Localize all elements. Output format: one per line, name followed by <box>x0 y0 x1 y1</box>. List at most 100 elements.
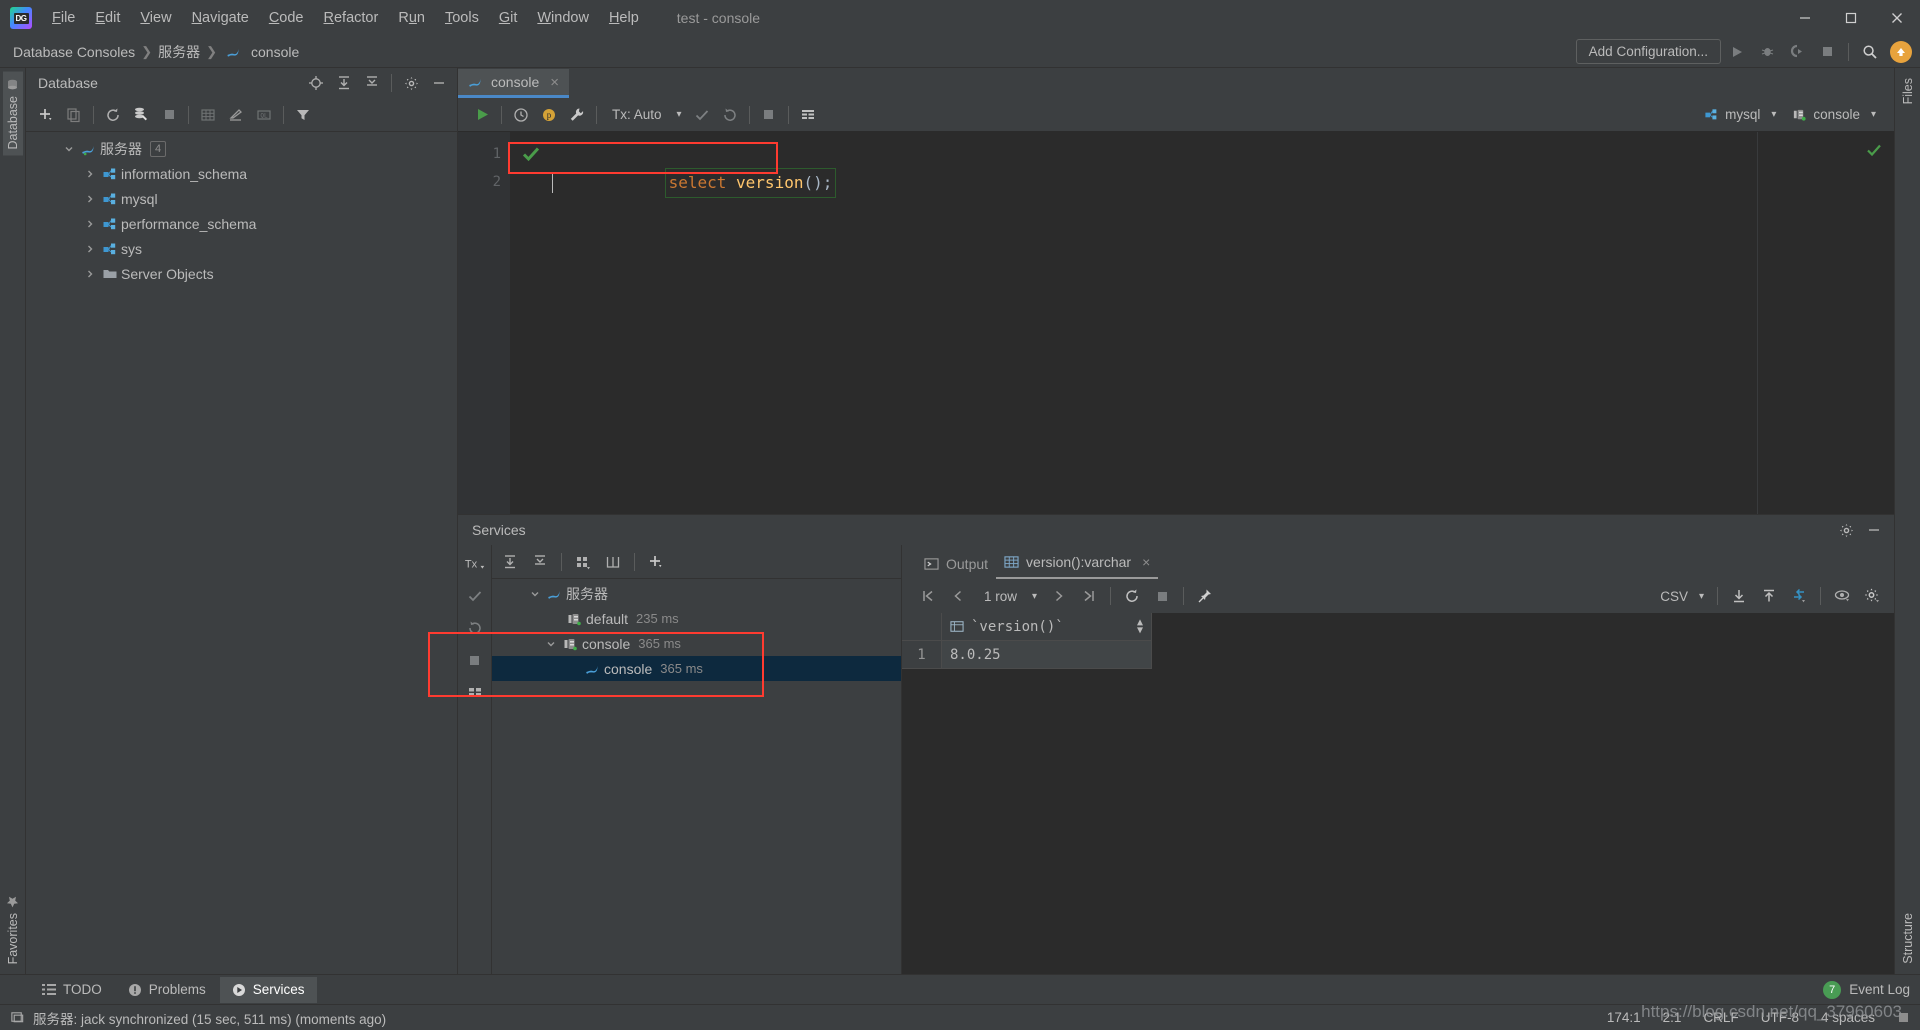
breadcrumb-console[interactable]: console <box>248 44 302 60</box>
inspection-ok-icon[interactable] <box>1866 142 1882 162</box>
memory-icon[interactable] <box>10 1010 25 1025</box>
service-node-server[interactable]: 服务器 <box>492 581 901 606</box>
commit-icon[interactable] <box>460 581 490 611</box>
chevron-down-icon[interactable] <box>526 589 544 599</box>
export-format-selector[interactable]: CSV ▾ <box>1654 586 1710 607</box>
expand-all-icon[interactable] <box>496 549 524 575</box>
settings-icon[interactable] <box>1858 583 1886 609</box>
service-node-console-session[interactable]: console 365 ms <box>492 631 901 656</box>
menu-file[interactable]: File <box>42 6 85 30</box>
execute-icon[interactable] <box>468 102 496 128</box>
last-row-icon[interactable] <box>1075 583 1103 609</box>
tree-node-sys[interactable]: sys <box>26 236 457 261</box>
tree-node-information-schema[interactable]: information_schema <box>26 161 457 186</box>
view-icon[interactable] <box>1828 583 1856 609</box>
search-icon[interactable] <box>1856 39 1884 65</box>
settings-icon[interactable] <box>1832 517 1860 543</box>
add-icon[interactable] <box>32 102 60 128</box>
stop-icon[interactable] <box>460 645 490 675</box>
history-icon[interactable] <box>507 102 535 128</box>
menu-refactor[interactable]: Refactor <box>314 6 389 30</box>
bottom-tab-problems[interactable]: Problems <box>116 977 218 1003</box>
settings-icon[interactable] <box>397 70 425 96</box>
filter-icon[interactable] <box>289 102 317 128</box>
pin-icon[interactable] <box>1191 583 1219 609</box>
add-icon[interactable] <box>642 549 670 575</box>
chevron-right-icon[interactable] <box>81 194 99 204</box>
menu-tools[interactable]: Tools <box>435 6 489 30</box>
grid-cell-version[interactable]: 8.0.25 <box>942 641 1152 669</box>
tab-version-varchar[interactable]: version():varchar × <box>996 550 1159 579</box>
bottom-tab-todo[interactable]: TODO <box>30 977 114 1003</box>
refresh-icon[interactable] <box>1118 583 1146 609</box>
chevron-down-icon[interactable] <box>542 639 560 649</box>
minimize-button[interactable] <box>1782 0 1828 36</box>
menu-help[interactable]: Help <box>599 6 649 30</box>
output-format-icon[interactable] <box>794 102 822 128</box>
rollback-icon[interactable] <box>716 102 744 128</box>
add-tab-icon[interactable] <box>599 549 627 575</box>
row-count-selector[interactable]: 1 row ▾ <box>974 586 1043 607</box>
duplicate-icon[interactable] <box>60 102 88 128</box>
add-configuration-button[interactable]: Add Configuration... <box>1575 39 1721 64</box>
sidebar-item-favorites[interactable]: Favorites <box>3 889 23 970</box>
tree-node-mysql[interactable]: mysql <box>26 186 457 211</box>
schema-selector[interactable]: mysql ▾ <box>1698 104 1782 125</box>
menu-run[interactable]: Run <box>388 6 435 30</box>
sidebar-item-files[interactable]: Files <box>1898 72 1918 110</box>
tree-node-server-objects[interactable]: Server Objects <box>26 261 457 286</box>
sort-arrows-icon[interactable]: ▲ ▼ <box>1137 617 1143 635</box>
chevron-right-icon[interactable] <box>81 244 99 254</box>
close-icon[interactable]: × <box>550 74 559 91</box>
maximize-button[interactable] <box>1828 0 1874 36</box>
stop-icon[interactable] <box>1148 583 1176 609</box>
next-row-icon[interactable] <box>1045 583 1073 609</box>
group-by-icon[interactable] <box>569 549 597 575</box>
tree-node-performance-schema[interactable]: performance_schema <box>26 211 457 236</box>
caret-position[interactable]: 174:1 <box>1607 1010 1641 1025</box>
stop-icon[interactable] <box>1813 39 1841 65</box>
hide-panel-icon[interactable] <box>1860 517 1888 543</box>
table-icon[interactable] <box>194 102 222 128</box>
code-editor[interactable]: 1 2 select version(); <box>458 132 1894 514</box>
menu-code[interactable]: Code <box>259 6 314 30</box>
grid-column-header[interactable]: `version()` ▲ ▼ <box>942 613 1152 641</box>
prev-row-icon[interactable] <box>944 583 972 609</box>
stop-icon[interactable] <box>755 102 783 128</box>
chevron-right-icon[interactable] <box>81 269 99 279</box>
commit-icon[interactable] <box>688 102 716 128</box>
menu-git[interactable]: Git <box>489 6 528 30</box>
transaction-mode-selector[interactable]: Tx: Auto ▾ <box>602 104 688 125</box>
refresh-icon[interactable] <box>99 102 127 128</box>
debug-icon[interactable] <box>1753 39 1781 65</box>
collapse-all-icon[interactable] <box>358 70 386 96</box>
chevron-right-icon[interactable] <box>81 169 99 179</box>
parameters-icon[interactable]: p <box>535 102 563 128</box>
hide-panel-icon[interactable] <box>425 70 453 96</box>
code-line-1[interactable]: select version(); <box>552 140 1894 198</box>
service-node-default[interactable]: default 235 ms <box>492 606 901 631</box>
breadcrumb-server[interactable]: 服务器 <box>155 42 203 62</box>
code-content[interactable]: select version(); <box>552 132 1894 514</box>
export-icon[interactable] <box>1725 583 1753 609</box>
rollback-icon[interactable] <box>460 613 490 643</box>
locate-icon[interactable] <box>302 70 330 96</box>
menu-view[interactable]: View <box>130 6 181 30</box>
grid-data-row[interactable]: 1 8.0.25 <box>902 641 1894 669</box>
breadcrumb-database-consoles[interactable]: Database Consoles <box>10 44 138 60</box>
sidebar-item-database[interactable]: Database <box>2 72 23 156</box>
bottom-tab-services[interactable]: Services <box>219 976 317 1003</box>
menu-navigate[interactable]: Navigate <box>182 6 259 30</box>
expand-all-icon[interactable] <box>330 70 358 96</box>
sidebar-item-structure[interactable]: Structure <box>1898 907 1918 970</box>
collapse-all-icon[interactable] <box>526 549 554 575</box>
run-with-coverage-icon[interactable] <box>1783 39 1811 65</box>
result-grid[interactable]: `version()` ▲ ▼ 1 8.0.25 <box>902 613 1894 974</box>
stop-icon[interactable] <box>155 102 183 128</box>
modify-icon[interactable] <box>222 102 250 128</box>
ql-console-icon[interactable]: QL <box>250 102 278 128</box>
close-icon[interactable]: × <box>1142 554 1150 570</box>
tab-console[interactable]: console × <box>458 69 570 98</box>
menu-window[interactable]: Window <box>527 6 599 30</box>
session-selector[interactable]: console ▾ <box>1786 104 1882 125</box>
